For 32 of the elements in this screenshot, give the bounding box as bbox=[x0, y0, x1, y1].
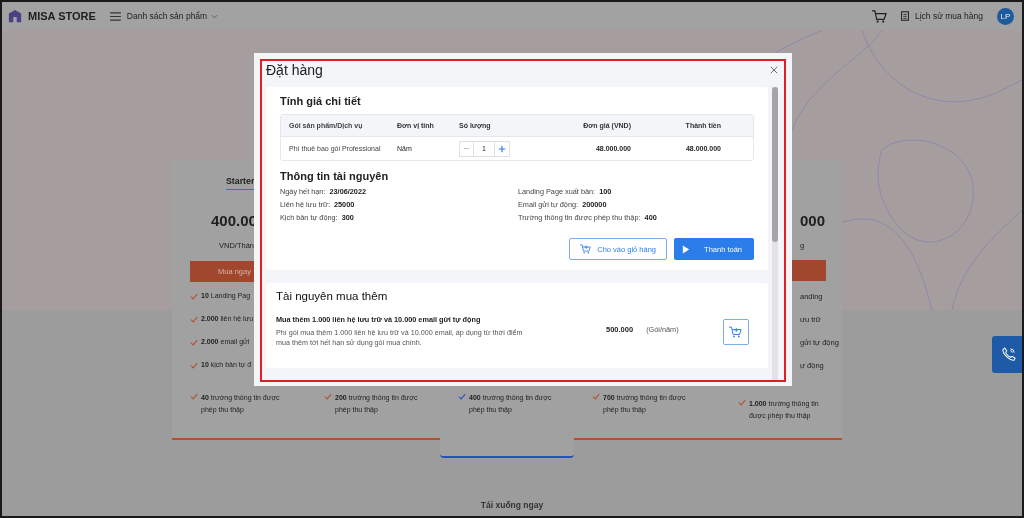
check-icon bbox=[190, 393, 198, 400]
user-avatar[interactable]: LP bbox=[997, 7, 1014, 25]
cart-plus-icon bbox=[580, 244, 592, 254]
check-icon bbox=[738, 399, 746, 406]
check-icon bbox=[190, 316, 198, 323]
check-icon bbox=[592, 393, 600, 400]
section-heading: Thông tin tài nguyên bbox=[280, 170, 390, 182]
plan-price: 000 bbox=[800, 212, 826, 229]
play-icon bbox=[682, 244, 691, 254]
check-icon bbox=[324, 393, 332, 400]
section-heading: Tính giá chi tiết bbox=[280, 95, 362, 107]
scrollbar[interactable] bbox=[772, 87, 778, 380]
menu-icon[interactable] bbox=[109, 11, 121, 21]
cart-plus-icon bbox=[729, 325, 743, 338]
close-icon[interactable] bbox=[770, 66, 778, 74]
phone-icon bbox=[1000, 347, 1016, 362]
chevron-down-icon bbox=[211, 13, 219, 19]
add-to-cart-button[interactable] bbox=[722, 318, 749, 345]
logo-text: MISA STORE bbox=[28, 10, 96, 22]
dialog-title: Đặt hàng bbox=[266, 62, 323, 78]
download-link[interactable]: Tải xuống ngay bbox=[480, 500, 544, 510]
list-icon bbox=[900, 11, 909, 21]
check-icon bbox=[458, 393, 466, 400]
check-icon bbox=[190, 362, 198, 369]
phone-button[interactable] bbox=[992, 336, 1022, 373]
order-history-link[interactable]: Lịch sử mua hàng bbox=[900, 11, 983, 21]
cart-icon[interactable] bbox=[871, 9, 887, 23]
section-heading: Tài nguyên mua thêm bbox=[276, 290, 389, 302]
check-icon bbox=[190, 339, 198, 346]
product-list-menu[interactable]: Danh sách sản phẩm bbox=[126, 11, 219, 21]
check-icon bbox=[190, 293, 198, 300]
logo-icon bbox=[8, 9, 22, 23]
